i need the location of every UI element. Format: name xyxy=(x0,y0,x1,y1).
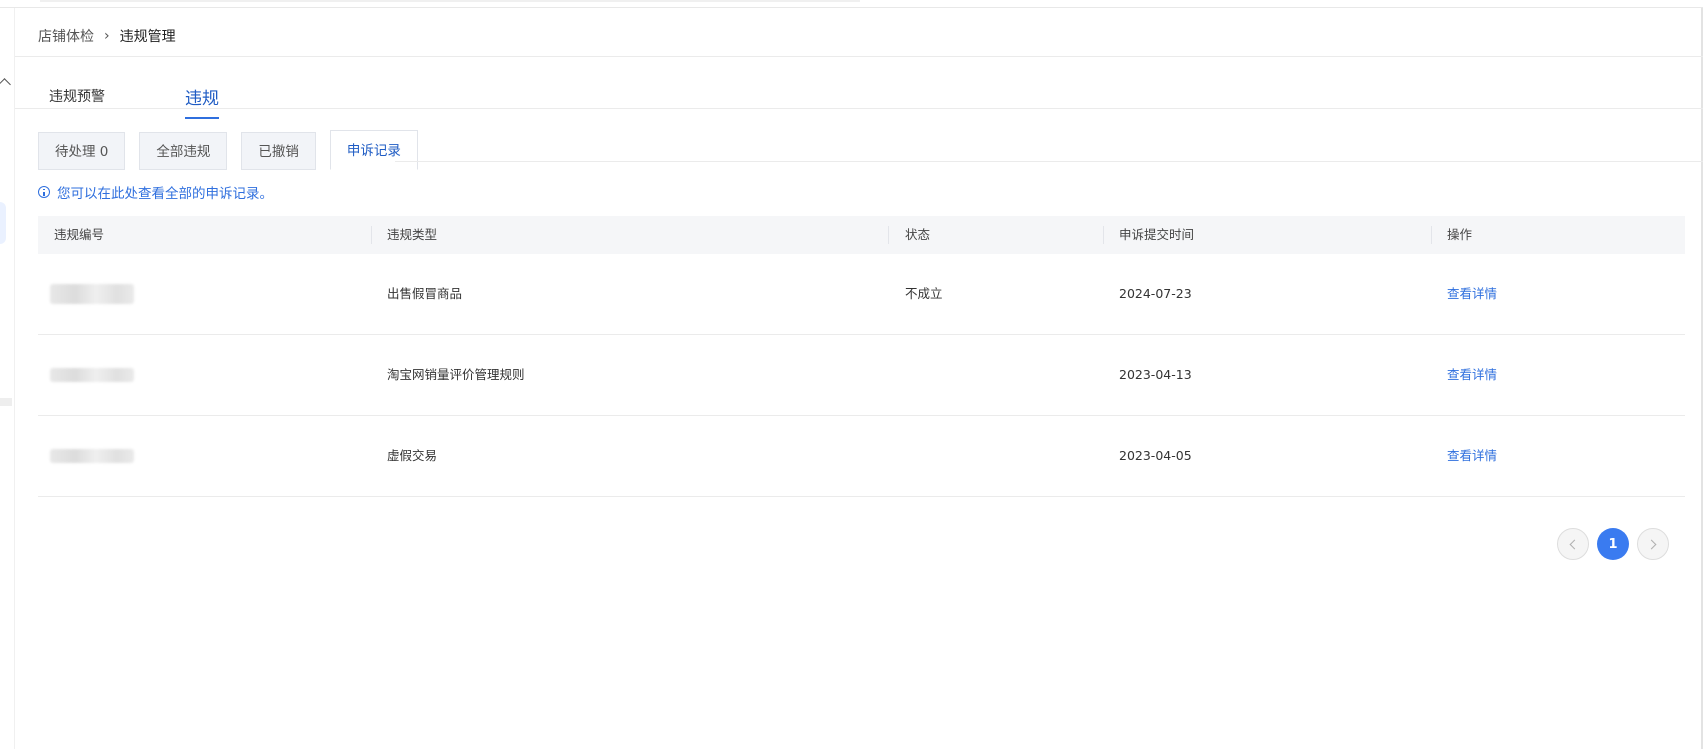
subtab-divider xyxy=(395,161,1703,162)
pagination: 1 xyxy=(1557,528,1677,560)
cell-submit-time: 2023-04-05 xyxy=(1119,448,1192,463)
column-separator xyxy=(1103,226,1104,244)
active-tab-underline xyxy=(185,117,219,119)
view-details-link[interactable]: 查看详情 xyxy=(1447,416,1497,495)
tab-divider xyxy=(15,108,1703,109)
appeal-records-table: 违规编号 违规类型 状态 申诉提交时间 操作 出售假冒商品 不成立 2024-0… xyxy=(38,216,1685,497)
top-strip xyxy=(0,0,1703,8)
chevron-right-icon xyxy=(1646,539,1657,549)
column-header-submit-time: 申诉提交时间 xyxy=(1119,227,1195,242)
cell-violation-type: 出售假冒商品 xyxy=(387,286,463,301)
column-separator xyxy=(888,226,889,244)
tab-violation[interactable]: 违规 xyxy=(185,84,219,119)
tab-violation-warning[interactable]: 违规预警 xyxy=(49,86,105,106)
column-header-status: 状态 xyxy=(905,227,931,242)
sidebar-item-edge xyxy=(0,398,12,406)
page-number-button[interactable]: 1 xyxy=(1597,528,1629,560)
sidebar-active-item-edge[interactable] xyxy=(0,202,6,244)
redacted-violation-id xyxy=(50,284,134,304)
info-notice: 您可以在此处查看全部的申诉记录。 xyxy=(38,182,273,202)
subtab-revoked[interactable]: 已撤销 xyxy=(241,132,316,170)
redacted-violation-id xyxy=(50,368,134,382)
next-page-button[interactable] xyxy=(1637,528,1669,560)
left-sidebar-edge xyxy=(0,0,14,749)
tab-label: 违规预警 xyxy=(49,89,105,105)
page: 店铺体检 › 违规管理 违规预警 违规 待处理 0 全部违规 已撤销 申诉记录 … xyxy=(0,0,1703,749)
column-separator xyxy=(371,226,372,244)
view-details-link[interactable]: 查看详情 xyxy=(1447,254,1497,333)
info-circle-icon xyxy=(38,186,50,198)
subtab-appeal-records[interactable]: 申诉记录 xyxy=(329,130,418,170)
breadcrumb-separator-icon: › xyxy=(104,28,110,44)
main-panel: 店铺体检 › 违规管理 违规预警 违规 待处理 0 全部违规 已撤销 申诉记录 … xyxy=(14,8,1703,749)
header-divider xyxy=(15,56,1703,57)
breadcrumb-parent[interactable]: 店铺体检 xyxy=(38,26,94,46)
breadcrumb: 店铺体检 › 违规管理 xyxy=(38,24,176,48)
redacted-violation-id xyxy=(50,449,134,463)
view-details-link[interactable]: 查看详情 xyxy=(1447,335,1497,414)
chevron-left-icon xyxy=(1569,539,1580,549)
column-separator xyxy=(1431,226,1432,244)
column-header-violation-id: 违规编号 xyxy=(54,227,105,242)
column-header-action: 操作 xyxy=(1447,227,1473,242)
cell-violation-type: 虚假交易 xyxy=(387,448,438,463)
prev-page-button[interactable] xyxy=(1557,528,1589,560)
table-header: 违规编号 违规类型 状态 申诉提交时间 操作 xyxy=(38,216,1685,254)
chevron-up-icon[interactable] xyxy=(0,78,11,91)
tab-label: 违规 xyxy=(185,89,219,109)
cell-submit-time: 2023-04-13 xyxy=(1119,367,1192,382)
subtab-all-violations[interactable]: 全部违规 xyxy=(139,132,228,170)
table-row: 出售假冒商品 不成立 2024-07-23 查看详情 xyxy=(38,254,1685,335)
sub-tab-bar: 待处理 0 全部违规 已撤销 申诉记录 xyxy=(38,126,432,170)
subtab-pending[interactable]: 待处理 0 xyxy=(38,132,126,170)
info-text: 您可以在此处查看全部的申诉记录。 xyxy=(57,186,273,202)
main-tab-bar: 违规预警 违规 xyxy=(15,70,1703,126)
cell-violation-type: 淘宝网销量评价管理规则 xyxy=(387,367,525,382)
column-header-violation-type: 违规类型 xyxy=(387,227,438,242)
cell-status: 不成立 xyxy=(905,286,943,301)
cell-submit-time: 2024-07-23 xyxy=(1119,286,1192,301)
table-row: 虚假交易 2023-04-05 查看详情 xyxy=(38,416,1685,497)
table-row: 淘宝网销量评价管理规则 2023-04-13 查看详情 xyxy=(38,335,1685,416)
breadcrumb-current: 违规管理 xyxy=(119,29,176,45)
top-strip-decoration xyxy=(40,0,860,2)
